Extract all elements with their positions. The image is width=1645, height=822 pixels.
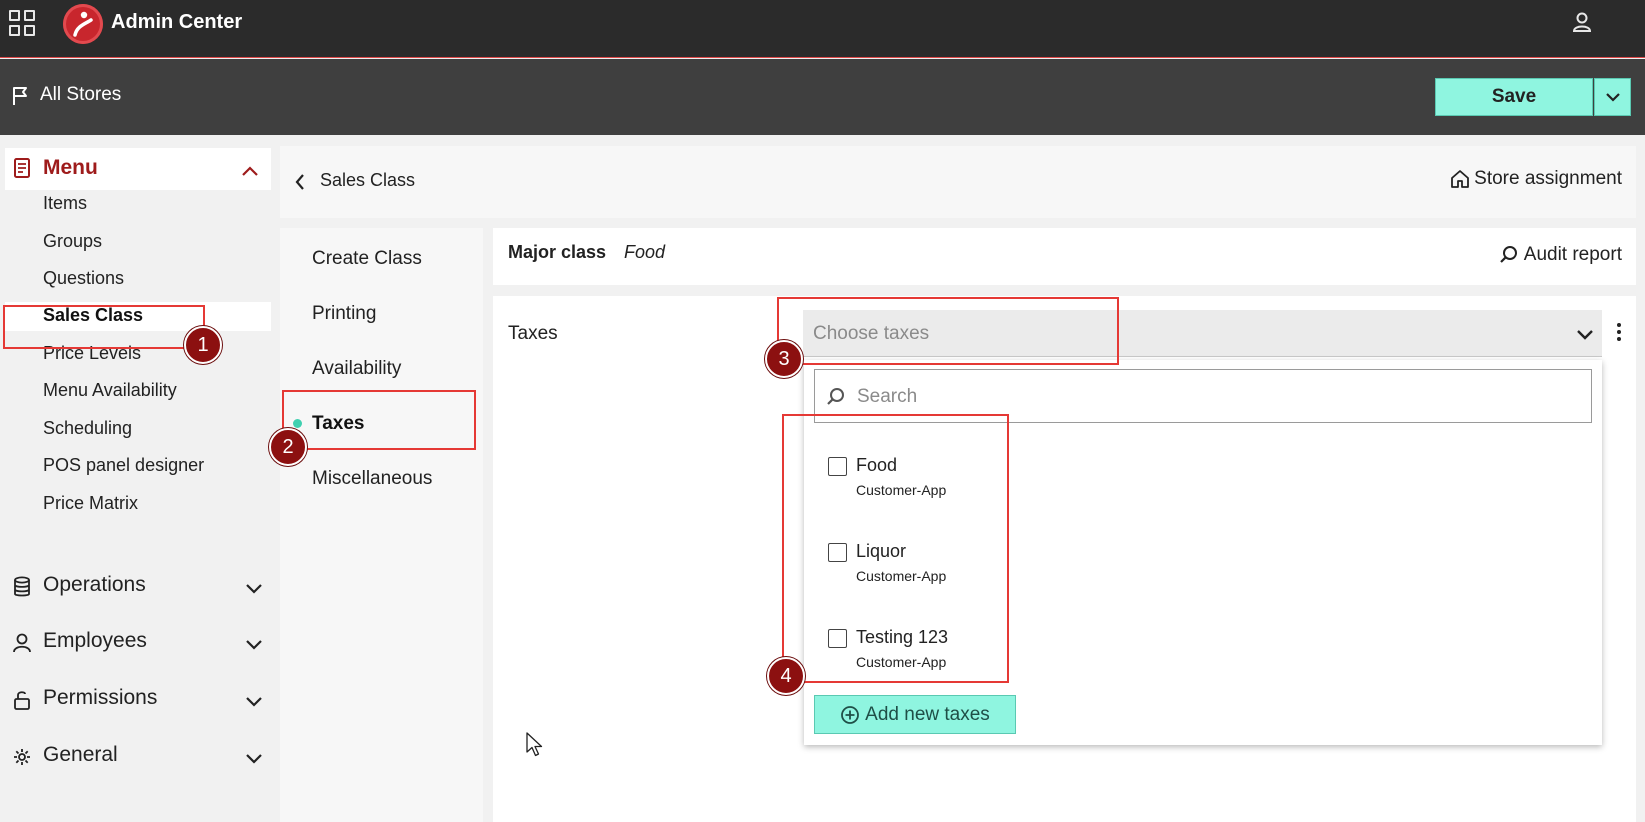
- sidebar-item-items[interactable]: Items: [43, 193, 87, 214]
- more-options-icon[interactable]: [1617, 323, 1621, 341]
- major-class-label: Major class: [508, 242, 607, 262]
- major-class-bar: Major class Food Audit report: [493, 228, 1636, 285]
- chevron-down-icon[interactable]: [245, 580, 263, 599]
- sidebar-menu-header[interactable]: Menu: [5, 148, 271, 190]
- sidebar-item-menu-availability[interactable]: Menu Availability: [43, 380, 177, 401]
- sidebar: Menu Items Groups Questions Sales Class …: [0, 135, 279, 822]
- sidebar-group-employees[interactable]: Employees: [12, 628, 267, 658]
- document-icon: [13, 158, 31, 182]
- sidebar-group-general[interactable]: General: [12, 742, 267, 772]
- audit-report-link[interactable]: Audit report: [1499, 244, 1622, 266]
- annotation-marker-1: 1: [184, 326, 222, 364]
- audit-report-label: Audit report: [1523, 244, 1622, 265]
- mouse-cursor-icon: [526, 732, 544, 762]
- sidebar-item-price-levels[interactable]: Price Levels: [43, 343, 141, 364]
- sidebar-group-operations[interactable]: Operations: [12, 572, 267, 602]
- checkbox[interactable]: [828, 629, 847, 648]
- major-class-value: Food: [624, 242, 666, 262]
- taxes-field-label: Taxes: [508, 323, 558, 344]
- taxes-dropdown: Food Customer-App Liquor Customer-App Te…: [804, 360, 1602, 745]
- tab-printing[interactable]: Printing: [312, 303, 376, 325]
- page-header: Sales Class Store assignment: [280, 146, 1636, 218]
- taxes-search[interactable]: [814, 369, 1592, 423]
- top-bar: Admin Center: [0, 0, 1645, 58]
- add-new-taxes-label: Add new taxes: [865, 703, 990, 725]
- sidebar-item-price-matrix[interactable]: Price Matrix: [43, 493, 138, 514]
- checkbox[interactable]: [828, 543, 847, 562]
- chevron-down-icon[interactable]: [1576, 326, 1594, 345]
- tax-option-label: Food: [856, 455, 898, 475]
- database-icon: [12, 576, 32, 602]
- chevron-up-icon[interactable]: [241, 162, 259, 181]
- person-icon: [12, 632, 32, 658]
- save-button[interactable]: Save: [1435, 78, 1593, 116]
- taxes-select[interactable]: Choose taxes: [803, 310, 1602, 357]
- taxes-search-input[interactable]: [857, 382, 1557, 412]
- plus-circle-icon: [841, 705, 860, 724]
- tab-miscellaneous[interactable]: Miscellaneous: [312, 468, 432, 490]
- annotation-marker-2: 2: [269, 428, 307, 466]
- chevron-down-icon[interactable]: [245, 693, 263, 712]
- store-assignment-label: Store assignment: [1474, 168, 1622, 189]
- checkbox[interactable]: [828, 457, 847, 476]
- flag-icon[interactable]: [11, 86, 31, 110]
- tax-option-label: Liquor: [856, 541, 907, 561]
- search-icon: [1499, 246, 1517, 263]
- sidebar-group-label: General: [43, 743, 118, 766]
- sidebar-group-label: Operations: [43, 573, 146, 596]
- brand-logo: [63, 4, 103, 44]
- chevron-down-icon[interactable]: [245, 750, 263, 769]
- tax-option-source: Customer-App: [856, 482, 947, 498]
- tab-create-class[interactable]: Create Class: [312, 248, 422, 270]
- lock-icon: [12, 689, 32, 715]
- sidebar-item-questions[interactable]: Questions: [43, 268, 124, 289]
- sidebar-group-label: Employees: [43, 629, 147, 652]
- tax-option-source: Customer-App: [856, 654, 947, 670]
- section-tabs: Create Class Printing Availability Taxes…: [280, 228, 483, 822]
- tab-taxes[interactable]: Taxes: [312, 413, 364, 435]
- sidebar-item-sales-class[interactable]: Sales Class: [43, 305, 143, 326]
- sidebar-group-label: Permissions: [43, 686, 158, 709]
- gear-icon: [12, 746, 32, 772]
- annotation-marker-4: 4: [767, 657, 805, 695]
- tax-option-source: Customer-App: [856, 568, 947, 584]
- sidebar-item-groups[interactable]: Groups: [43, 231, 102, 252]
- app-grid-icon[interactable]: [9, 10, 35, 36]
- tax-option-testing-123[interactable]: Testing 123 Customer-App: [828, 627, 1128, 677]
- sidebar-item-pos-panel-designer[interactable]: POS panel designer: [43, 455, 204, 476]
- user-icon[interactable]: [1571, 11, 1593, 37]
- store-selector[interactable]: All Stores: [40, 84, 121, 106]
- breadcrumb[interactable]: Sales Class: [320, 170, 415, 191]
- chevron-left-icon[interactable]: [294, 173, 306, 195]
- chevron-down-icon[interactable]: [245, 636, 263, 655]
- active-tab-indicator: [293, 419, 302, 428]
- search-icon: [826, 387, 846, 411]
- chevron-down-icon: [1605, 93, 1620, 102]
- sidebar-item-scheduling[interactable]: Scheduling: [43, 418, 132, 439]
- app-title: Admin Center: [111, 11, 243, 33]
- sidebar-group-permissions[interactable]: Permissions: [12, 685, 267, 715]
- taxes-select-placeholder: Choose taxes: [813, 323, 930, 344]
- store-bar: All Stores Save: [0, 59, 1645, 135]
- save-options-button[interactable]: [1594, 78, 1631, 116]
- annotation-marker-3: 3: [765, 340, 803, 378]
- tab-availability[interactable]: Availability: [312, 358, 401, 380]
- tax-option-label: Testing 123: [856, 627, 949, 647]
- tax-option-food[interactable]: Food Customer-App: [828, 455, 1128, 505]
- home-icon: [1451, 170, 1470, 188]
- tax-option-liquor[interactable]: Liquor Customer-App: [828, 541, 1128, 591]
- add-new-taxes-button[interactable]: Add new taxes: [814, 695, 1016, 734]
- sidebar-menu-title: Menu: [43, 156, 98, 179]
- store-assignment-link[interactable]: Store assignment: [1450, 168, 1622, 190]
